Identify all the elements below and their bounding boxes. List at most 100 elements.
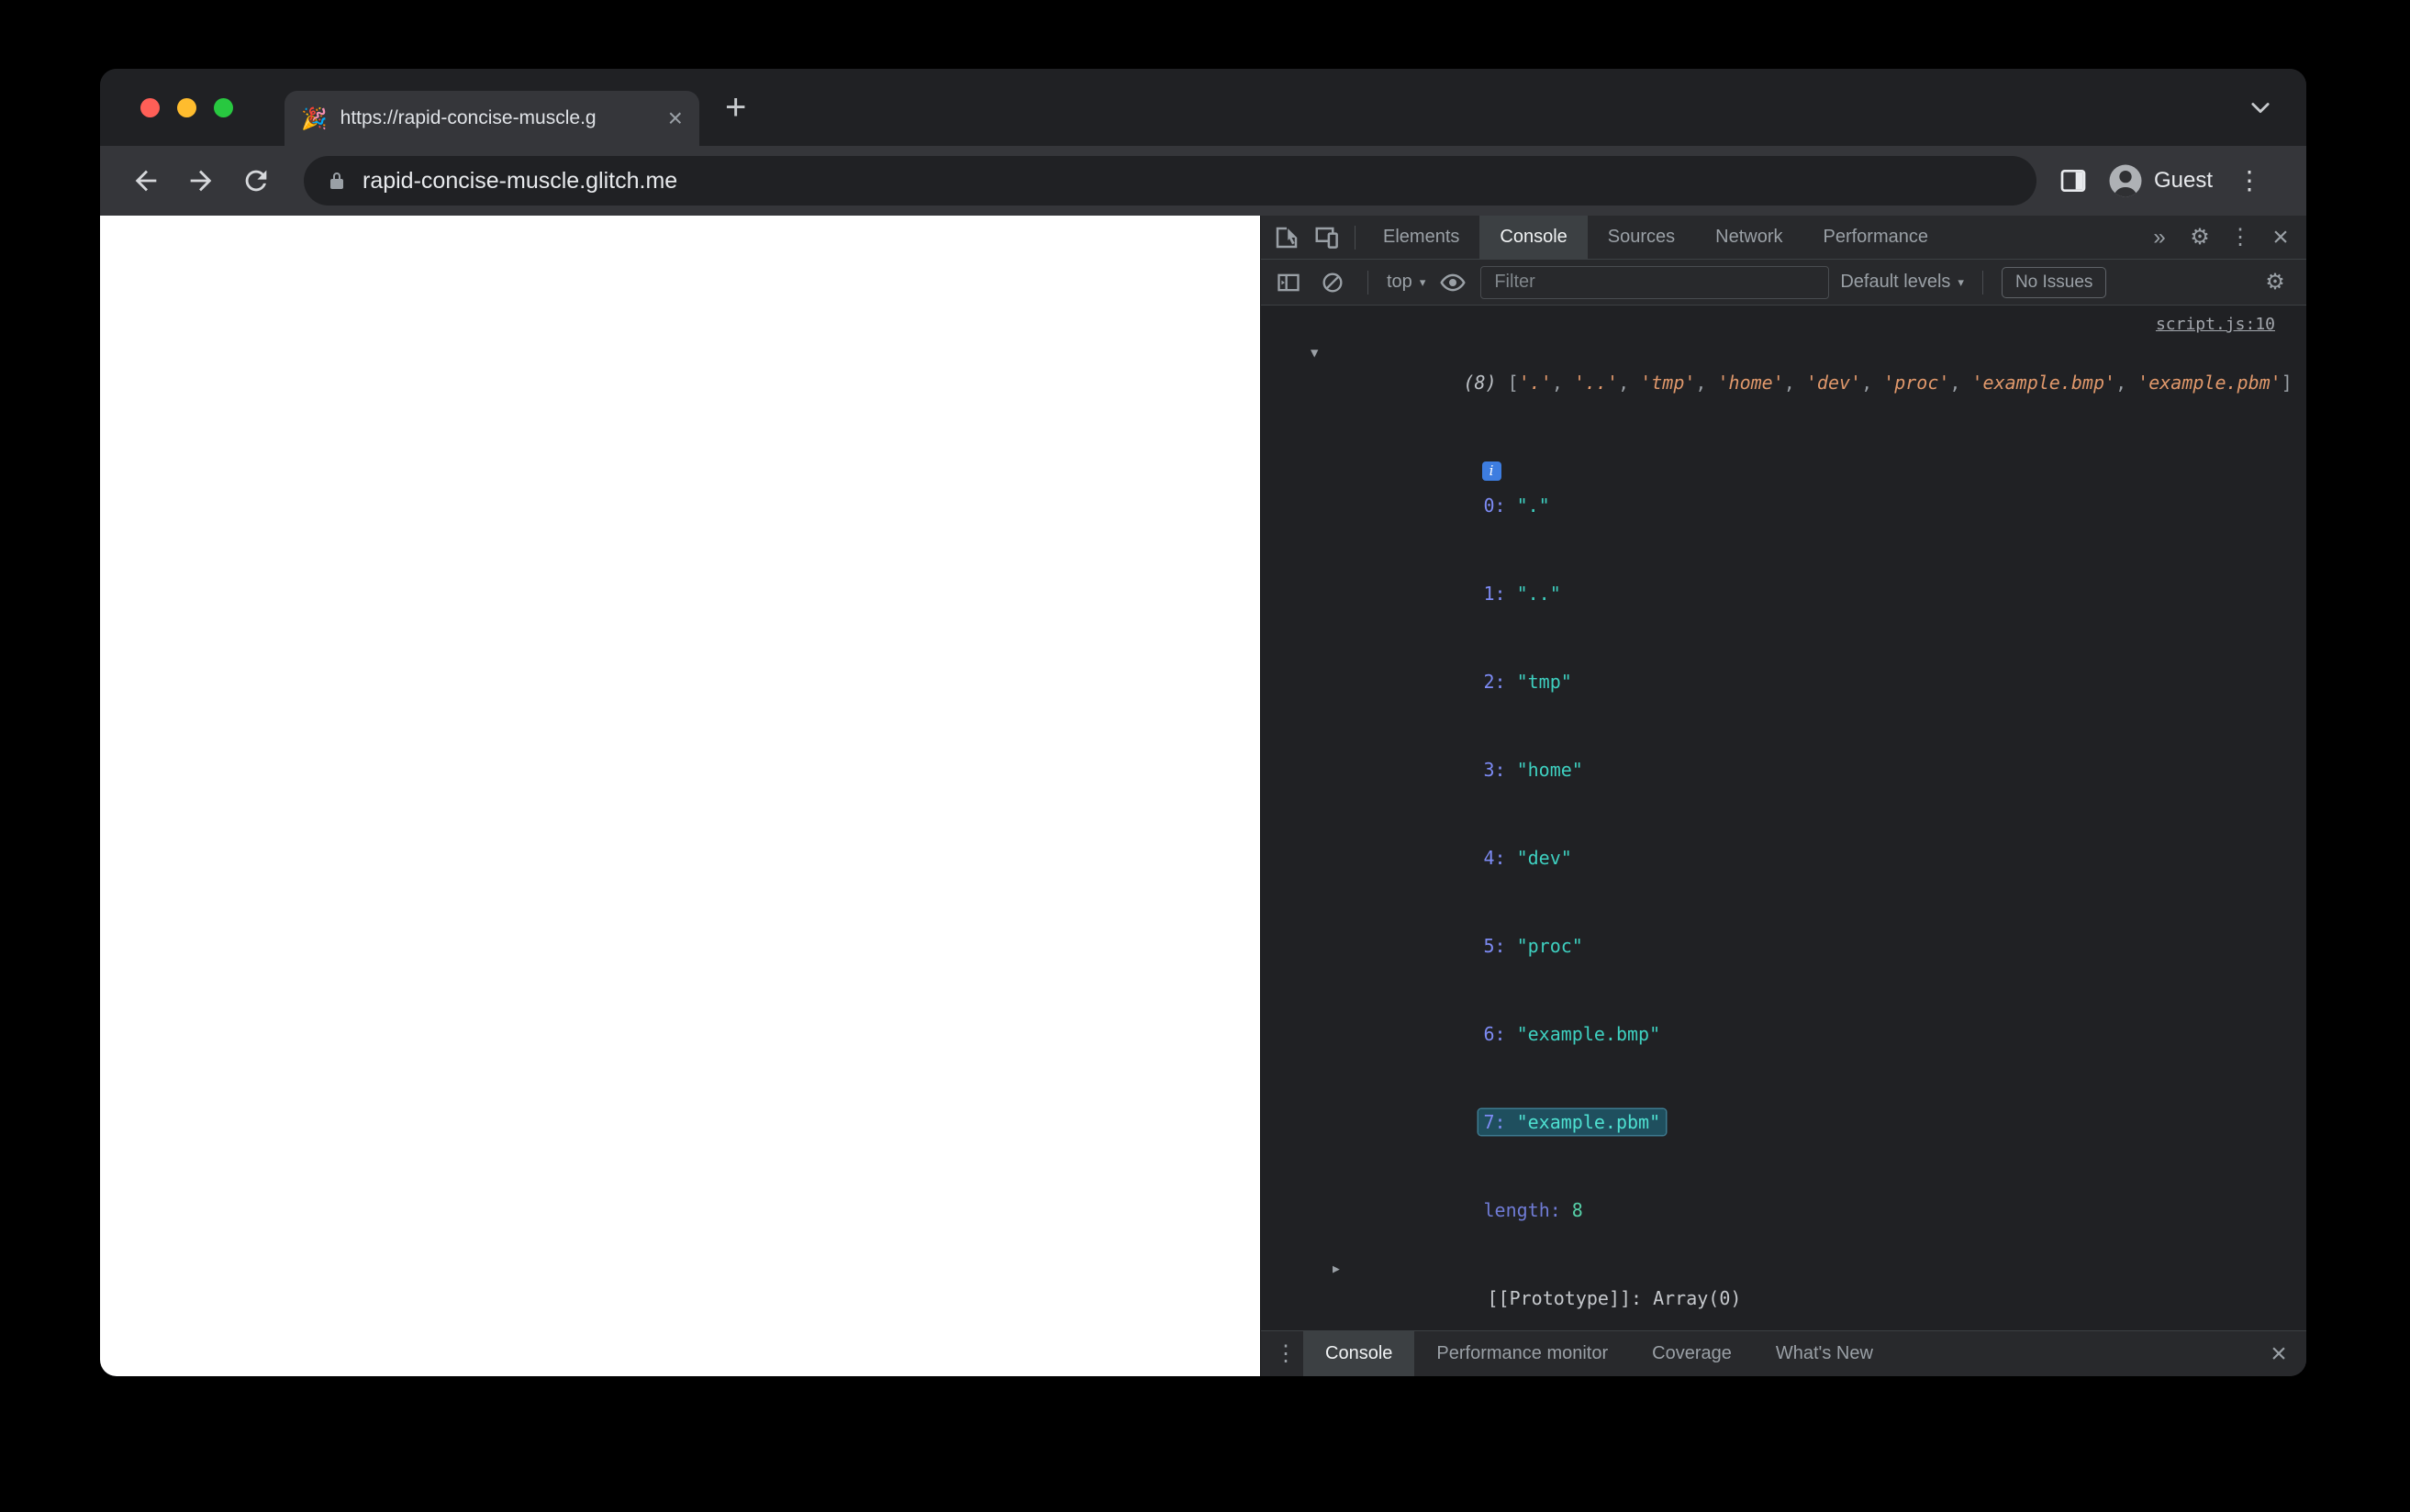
inspect-element-icon[interactable] xyxy=(1266,216,1307,259)
array-entry-row: 0: "." xyxy=(1261,461,2306,550)
chevron-down-icon: ▾ xyxy=(1419,274,1426,289)
navigation-bar: rapid-concise-muscle.glitch.me Guest ⋮ xyxy=(100,146,2306,216)
entry-key: 4: xyxy=(1483,847,1506,869)
lock-icon[interactable] xyxy=(326,170,348,192)
chevron-down-icon: ▾ xyxy=(1958,274,1964,289)
preview-item: 'home' xyxy=(1717,372,1784,394)
entry-value: "dev" xyxy=(1516,847,1572,869)
entry-key: 1: xyxy=(1483,583,1506,605)
close-window-button[interactable] xyxy=(140,97,160,117)
array-entry-row: 3: "home" xyxy=(1261,726,2306,814)
log-levels-label: Default levels xyxy=(1840,272,1951,292)
reload-icon[interactable] xyxy=(234,159,278,203)
tab-elements[interactable]: Elements xyxy=(1363,216,1479,259)
prototype-label: [[Prototype]]: xyxy=(1487,1287,1643,1309)
back-icon[interactable] xyxy=(124,159,168,203)
devtools-drawer: ⋮ Console Performance monitor Coverage W… xyxy=(1261,1330,2306,1376)
browser-tab[interactable]: 🎉 https://rapid-concise-muscle.g × xyxy=(285,91,699,146)
preview-item: '..' xyxy=(1573,372,1619,394)
profile-avatar[interactable] xyxy=(2106,161,2145,200)
drawer-tab-console[interactable]: Console xyxy=(1303,1331,1415,1376)
entry-key: 2: xyxy=(1483,671,1506,693)
drawer-tab-whats-new[interactable]: What's New xyxy=(1754,1331,1895,1376)
tab-network[interactable]: Network xyxy=(1695,216,1802,259)
array-entry-row: 6: "example.bmp" xyxy=(1261,990,2306,1078)
context-selector[interactable]: top ▾ xyxy=(1387,272,1425,293)
source-location-link[interactable]: script.js:10 xyxy=(2156,315,2275,334)
address-bar[interactable]: rapid-concise-muscle.glitch.me xyxy=(304,156,2036,206)
minimize-window-button[interactable] xyxy=(177,97,196,117)
clear-console-icon[interactable] xyxy=(1316,270,1349,295)
browser-menu-kebab-icon[interactable]: ⋮ xyxy=(2227,159,2271,203)
preview-item: 'example.pbm' xyxy=(2137,372,2282,394)
entry-value: "home" xyxy=(1516,759,1583,781)
console-sidebar-icon[interactable] xyxy=(1272,270,1305,295)
console-filter-input[interactable] xyxy=(1480,265,1830,299)
caret-down-icon[interactable]: ▼ xyxy=(1311,339,1318,368)
devtools-menu-kebab-icon[interactable]: ⋮ xyxy=(2220,216,2260,259)
tab-sources[interactable]: Sources xyxy=(1588,216,1695,259)
content-area: Elements Console Sources Network Perform… xyxy=(100,216,2306,1376)
bracket-close: ] xyxy=(2281,372,2293,394)
issues-counter-badge[interactable]: No Issues xyxy=(2001,266,2107,298)
more-tabs-icon[interactable]: » xyxy=(2139,216,2180,259)
array-entry-row-selected: 7: "example.pbm" xyxy=(1261,1078,2306,1166)
url-text: rapid-concise-muscle.glitch.me xyxy=(363,167,678,194)
navbar-right-cluster: Guest ⋮ xyxy=(2051,159,2282,203)
entry-value: "." xyxy=(1516,495,1550,517)
entry-key: 0: xyxy=(1483,495,1506,517)
array-count: (8) xyxy=(1463,372,1497,394)
console-output: script.js:10 ▼ (8) ['.', '..', 'tmp', 'ho… xyxy=(1261,306,2306,1330)
selected-entry-highlight[interactable]: 7: "example.pbm" xyxy=(1478,1109,1667,1135)
forward-icon[interactable] xyxy=(179,159,223,203)
caret-right-icon[interactable]: ▶ xyxy=(1333,1255,1340,1284)
array-preview-row: ▼ (8) ['.', '..', 'tmp', 'home', 'dev', '… xyxy=(1261,339,2306,427)
page-viewport xyxy=(100,216,1260,1376)
preview-item: '.' xyxy=(1518,372,1552,394)
tab-console[interactable]: Console xyxy=(1479,216,1588,259)
bracket-open: [ xyxy=(1507,372,1519,394)
array-entry-row: 2: "tmp" xyxy=(1261,638,2306,726)
console-toolbar: top ▾ Default levels ▾ No Issues ⚙ xyxy=(1261,260,2306,306)
array-entry-row: 4: "dev" xyxy=(1261,814,2306,902)
drawer-tab-performance-monitor[interactable]: Performance monitor xyxy=(1414,1331,1630,1376)
prototype-row[interactable]: ▶ [[Prototype]]: Array(0) xyxy=(1261,1254,2306,1330)
entry-value: "example.bmp" xyxy=(1516,1023,1661,1045)
drawer-menu-kebab-icon[interactable]: ⋮ xyxy=(1268,1331,1303,1376)
tab-performance[interactable]: Performance xyxy=(1803,216,1949,259)
length-value: 8 xyxy=(1571,1199,1583,1221)
entry-value: "tmp" xyxy=(1516,671,1572,693)
toolbar-separator xyxy=(1355,225,1356,250)
drawer-close-icon[interactable]: × xyxy=(2259,1331,2299,1376)
entry-value: "example.pbm" xyxy=(1516,1111,1661,1133)
profile-name-label: Guest xyxy=(2153,168,2213,193)
new-tab-button[interactable]: + xyxy=(725,89,746,126)
tab-close-icon[interactable]: × xyxy=(668,106,683,131)
devtools-close-icon[interactable]: × xyxy=(2260,216,2301,259)
preview-item: 'example.bmp' xyxy=(1971,372,2116,394)
zoom-window-button[interactable] xyxy=(214,97,233,117)
devtools-tabbar: Elements Console Sources Network Perform… xyxy=(1261,216,2306,260)
tab-title: https://rapid-concise-muscle.g xyxy=(340,107,597,128)
entry-value: ".." xyxy=(1516,583,1561,605)
console-message: script.js:10 ▼ (8) ['.', '..', 'tmp', 'ho… xyxy=(1261,306,2306,1330)
array-entry-row: 5: "proc" xyxy=(1261,902,2306,990)
live-expression-eye-icon[interactable] xyxy=(1436,269,1469,296)
window-controls xyxy=(140,69,233,146)
preview-item: 'tmp' xyxy=(1640,372,1696,394)
devtools-settings-gear-icon[interactable]: ⚙ xyxy=(2180,216,2220,259)
side-panel-icon[interactable] xyxy=(2051,159,2095,203)
console-settings-gear-icon[interactable]: ⚙ xyxy=(2255,271,2295,294)
device-toolbar-icon[interactable] xyxy=(1307,216,1347,259)
tab-search-chevron-icon[interactable] xyxy=(2248,94,2273,120)
log-levels-dropdown[interactable]: Default levels ▾ xyxy=(1840,272,1964,293)
toolbar-separator xyxy=(1367,270,1368,295)
array-length-row: length: 8 xyxy=(1261,1166,2306,1254)
context-selector-label: top xyxy=(1387,272,1412,292)
entry-key: 3: xyxy=(1483,759,1506,781)
entry-key: 7: xyxy=(1483,1111,1506,1133)
tab-favicon-emoji: 🎉 xyxy=(301,106,328,130)
drawer-tab-coverage[interactable]: Coverage xyxy=(1630,1331,1754,1376)
preview-item: 'proc' xyxy=(1883,372,1950,394)
prototype-value: Array(0) xyxy=(1653,1287,1742,1309)
